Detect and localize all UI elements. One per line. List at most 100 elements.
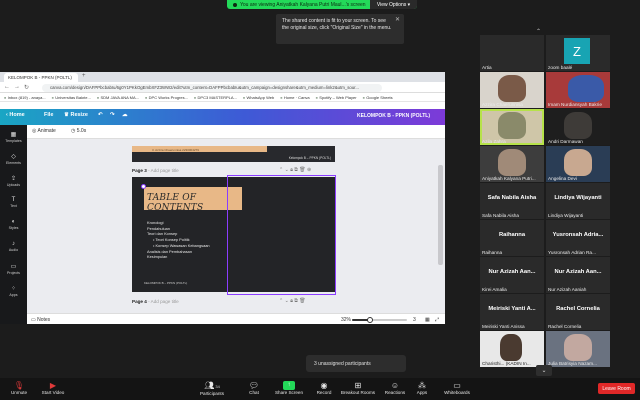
participant-tile[interactable]: Imam Nurdiansyah Bakrie [546, 72, 610, 108]
bookmark-item[interactable]: Universitas Bakrie... [52, 95, 91, 100]
zoom-level[interactable]: 32% [341, 317, 351, 323]
selection-frame[interactable] [227, 175, 336, 295]
resize-label: Resize [70, 112, 88, 118]
participant-tile[interactable]: Safa Nabila Aisha Safa Nabila Aisha [480, 183, 544, 219]
zoom-slider-handle[interactable] [366, 317, 373, 323]
participant-tile[interactable]: Azzira Chaerunnisa [480, 72, 544, 108]
apps-icon: ⁂ [418, 381, 426, 390]
rail-templates[interactable]: ▦ Templates [0, 131, 27, 143]
grid-view-icon[interactable]: ▦ [425, 317, 430, 323]
start-video-button[interactable]: ▶︎ Start Video [38, 381, 68, 395]
duplicate-icon[interactable]: ⧉ [294, 298, 298, 304]
apps-button[interactable]: ⁂ Apps [413, 381, 431, 395]
bookmark-item[interactable]: Inbox (819) - anaya... [4, 95, 46, 100]
participant-name: Artia [482, 65, 492, 70]
rail-elements[interactable]: ◇ Elements [0, 153, 27, 165]
rail-apps[interactable]: ⁘ Apps [0, 285, 27, 297]
record-button[interactable]: ◉ Record [313, 381, 335, 395]
chevron-down-icon: ⌄ [541, 368, 547, 374]
page-2-thumbnail[interactable]: 3. Azzira Chaerunnisa 2230004279 Kelompo… [132, 146, 335, 162]
forward-icon[interactable]: → [14, 84, 20, 90]
participant-tile[interactable]: Rachel Cornelia Rachel Cornelia [546, 294, 610, 330]
browser-tab[interactable]: KELOMPOK B - PPKN (POLTL) [4, 73, 78, 82]
chevron-down-icon[interactable]: ⌄ [285, 167, 289, 173]
participant-tile[interactable]: Julia Batrisyia Nazam... [546, 331, 610, 367]
rail-projects[interactable]: ▭ Projects [0, 263, 27, 275]
fullscreen-icon[interactable]: ⤢ [435, 317, 439, 323]
participant-video [500, 334, 522, 361]
participant-tile[interactable]: Angelina Devi [546, 146, 610, 182]
rail-audio[interactable]: ♪ Audio [0, 241, 27, 252]
participant-tile[interactable]: Nur Azizah Aan... Kirei Amalia [480, 257, 544, 293]
chevron-up-icon[interactable]: ⌃ [279, 298, 283, 304]
rail-uploads[interactable]: ⇪ Uploads [0, 175, 27, 187]
lock-icon[interactable]: 🔒︎ [290, 167, 293, 173]
leave-meeting-button[interactable]: Leave Room [598, 383, 635, 394]
vertical-scrollbar[interactable] [438, 165, 443, 265]
rail-label: Templates [5, 139, 22, 143]
participant-tile[interactable]: Meiriski Yanti A... Meiriski Yanti Aniss… [480, 294, 544, 330]
page-count[interactable]: 3 [413, 317, 416, 323]
add-page-title[interactable]: - Add page title [148, 299, 179, 304]
bookmark-item[interactable]: SDM JAVA ANA MA... [97, 95, 139, 100]
bookmark-item[interactable]: WhatsApp Web [243, 95, 275, 100]
bookmark-item[interactable]: DPC Works Progres... [145, 95, 188, 100]
contents-list[interactable]: Kronologi Pendahuluan Teori dan Konsep T… [147, 220, 210, 260]
breakout-rooms-button[interactable]: ⊞ Breakout Rooms [340, 381, 376, 395]
participant-tile[interactable]: Aniyatkah Kalyana Putri... [480, 146, 544, 182]
participant-tile[interactable]: Z zoom baalé [546, 35, 610, 71]
bookmark-item[interactable]: Home · Canva [280, 95, 310, 100]
new-tab-icon[interactable]: + [82, 73, 86, 79]
selection-handle[interactable] [141, 184, 146, 189]
rail-text[interactable]: T Text [0, 197, 27, 208]
reactions-button[interactable]: ☺︎ Reactions [383, 381, 407, 395]
gallery-next-page[interactable]: ⌄ [536, 365, 552, 376]
whiteboards-button[interactable]: ▭ Whiteboards [440, 381, 474, 395]
unassigned-participants-notice[interactable]: 3 unassigned participants [306, 355, 406, 372]
chevron-down-icon[interactable]: ⌄ [285, 298, 289, 304]
notes-button[interactable]: ▭ Notes [31, 317, 50, 323]
upload-icon: ⇪ [10, 176, 17, 182]
lock-icon[interactable]: 🔒︎ [290, 298, 293, 304]
participant-tile[interactable]: Yusronsah Adria... Yusronsah Adrian Ra..… [546, 220, 610, 256]
add-page-icon[interactable]: ⊕ [307, 167, 311, 173]
bookmark-item[interactable]: Google Sheets [363, 95, 392, 100]
trash-icon[interactable]: 🗑︎ [299, 167, 305, 173]
animate-button[interactable]: ◎ Animate [32, 128, 56, 134]
resize-button[interactable]: ♛ Resize [64, 112, 88, 118]
home-button[interactable]: ‹ Home [6, 112, 25, 118]
contents-item: Kesimpulan [147, 254, 168, 260]
bookmark-item[interactable]: DPC3 MASTERPLA... [194, 95, 237, 100]
participant-tile[interactable]: Raihanna Raihanna [480, 220, 544, 256]
redo-icon[interactable]: ↷ [110, 112, 115, 118]
back-icon[interactable]: ← [4, 84, 10, 90]
url-field[interactable]: canva.com/design/DAFPPbcbabIu/6g0Y1PKkOg… [42, 83, 382, 92]
participant-tile[interactable]: Andri Darmawan [546, 109, 610, 145]
share-screen-button[interactable]: ↑ Share Screen [273, 381, 305, 395]
undo-icon[interactable]: ↶ [98, 112, 103, 118]
participant-tile[interactable]: Lindiya Wijayanti Lindiya Wijayanti [546, 183, 610, 219]
duplicate-icon[interactable]: ⧉ [294, 167, 298, 173]
design-title[interactable]: KELOMPOK B - PPKN (POLTL) [357, 113, 430, 119]
participant-tile[interactable]: Artia [480, 35, 544, 71]
chat-button[interactable]: 💬︎ Chat [244, 381, 264, 395]
unmute-label: Unmute [10, 390, 28, 395]
participant-display-name: Yusronsah Adria... [552, 232, 604, 238]
view-options-button[interactable]: View Options ▾ [370, 0, 417, 9]
animate-label: Animate [37, 128, 56, 134]
trash-icon[interactable]: 🗑︎ [299, 298, 305, 304]
reload-icon[interactable]: ↻ [24, 84, 29, 91]
participant-tile[interactable]: Nur Azizah Aan... Nur Azizah Aaniah [546, 257, 610, 293]
add-page-title[interactable]: - Add page title [148, 168, 179, 173]
bookmark-item[interactable]: Spotify – Web Player [316, 95, 356, 100]
participants-button[interactable]: 👥︎34 Participants [196, 381, 228, 396]
chevron-up-icon[interactable]: ⌃ [536, 28, 541, 35]
unmute-button[interactable]: 🎙︎ Unmute [8, 381, 30, 395]
chevron-up-icon[interactable]: ⌃ [279, 167, 283, 173]
participant-tile-speaking[interactable]: Azila Zahra [480, 109, 544, 145]
close-icon[interactable]: ✕ [395, 17, 400, 24]
participant-tile[interactable]: Charisthi... (KADIN In... [480, 331, 544, 367]
rail-styles[interactable]: ◐ Styles [0, 219, 27, 230]
file-menu[interactable]: File [44, 112, 53, 118]
duration-button[interactable]: ◷ 5.0s [71, 128, 86, 134]
